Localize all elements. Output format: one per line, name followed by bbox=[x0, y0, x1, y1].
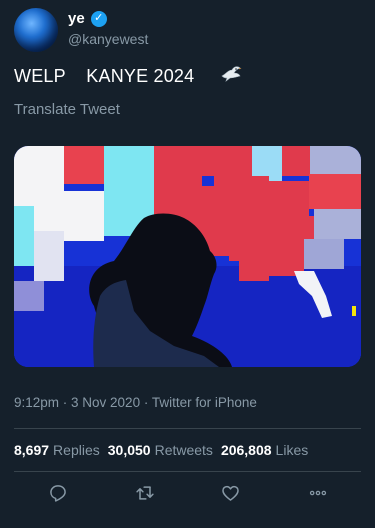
user-name-row: ye ✓ bbox=[68, 10, 107, 27]
more-icon bbox=[309, 490, 327, 496]
retweets-stat[interactable]: 30,050 Retweets bbox=[108, 442, 213, 458]
translate-tweet-link[interactable]: Translate Tweet bbox=[14, 101, 120, 118]
divider bbox=[14, 471, 361, 472]
tweet-timestamp[interactable]: 9:12pm · 3 Nov 2020 · Twitter for iPhone bbox=[14, 395, 257, 410]
user-handle[interactable]: @kanyewest bbox=[68, 31, 148, 47]
more-button[interactable] bbox=[303, 478, 333, 508]
reply-button[interactable] bbox=[43, 478, 73, 508]
election-map-photo bbox=[14, 146, 361, 367]
replies-label: Replies bbox=[53, 442, 100, 458]
replies-stat[interactable]: 8,697 Replies bbox=[14, 442, 100, 458]
retweets-count: 30,050 bbox=[107, 442, 151, 458]
verified-badge-icon: ✓ bbox=[90, 10, 107, 27]
avatar[interactable] bbox=[14, 8, 58, 52]
likes-stat[interactable]: 206,808 Likes bbox=[221, 442, 308, 458]
likes-label: Likes bbox=[275, 442, 309, 458]
like-button[interactable] bbox=[215, 478, 245, 508]
like-icon bbox=[221, 485, 239, 501]
reply-icon bbox=[50, 485, 66, 502]
tweet-actions-bar bbox=[0, 478, 375, 508]
tweet-stats: 8,697 Replies 30,050 Retweets 206,808 Li… bbox=[14, 442, 312, 458]
divider bbox=[14, 428, 361, 429]
display-name[interactable]: ye bbox=[68, 10, 85, 27]
tweet-text: WELP KANYE 2024 bbox=[14, 66, 195, 86]
likes-count: 206,808 bbox=[220, 442, 272, 458]
retweet-button[interactable] bbox=[130, 478, 160, 508]
replies-count: 8,697 bbox=[14, 442, 50, 458]
retweets-label: Retweets bbox=[154, 442, 213, 458]
retweet-icon bbox=[136, 486, 154, 500]
dove-icon bbox=[221, 66, 242, 82]
tweet-media-image[interactable] bbox=[14, 146, 361, 367]
